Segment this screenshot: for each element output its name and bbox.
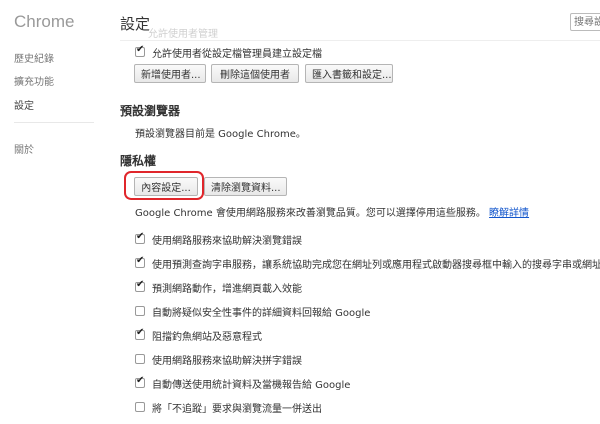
sidebar-item-about[interactable]: 關於 xyxy=(14,141,34,156)
sidebar: Chrome 歷史紀錄 擴充功能 設定 關於 xyxy=(0,0,110,424)
delete-user-button[interactable]: 刪除這個使用者 xyxy=(211,64,299,83)
header-divider xyxy=(120,40,600,41)
option-label-do-not-track: 將「不追蹤」要求與瀏覽流量一併送出 xyxy=(152,404,322,415)
option-label-security-report: 自動將疑似安全性事件的詳細資料回報給 Google xyxy=(152,308,371,319)
sidebar-divider xyxy=(14,122,94,123)
chrome-brand-title: Chrome xyxy=(14,12,75,31)
sidebar-item-settings[interactable]: 設定 xyxy=(14,97,34,112)
option-label-search-predict: 使用預測查詢字串服務，讓系統協助完成您在網址列或應用程式啟動器搜尋框中輸入的搜尋… xyxy=(152,260,600,271)
privacy-description-text: Google Chrome 會使用網路服務來改善瀏覽品質。您可以選擇停用這些服務… xyxy=(135,208,486,219)
option-label-network-predict: 預測網路動作，增進網頁載入效能 xyxy=(152,284,302,295)
faded-scrolled-text: 允許使用者管理 xyxy=(148,29,218,40)
sidebar-item-history[interactable]: 歷史紀錄 xyxy=(14,50,54,65)
option-label-nav-error: 使用網路服務來協助解決瀏覽錯誤 xyxy=(152,236,302,247)
sidebar-item-extensions[interactable]: 擴充功能 xyxy=(14,73,54,88)
option-label-usage-stats: 自動傳送使用統計資料及當機報告給 Google xyxy=(152,380,351,391)
allow-profile-creation-label: 允許使用者從設定檔管理員建立設定檔 xyxy=(152,49,322,60)
allow-profile-creation-checkbox[interactable] xyxy=(135,44,145,57)
option-checkbox-search-predict[interactable] xyxy=(135,255,145,268)
privacy-description: Google Chrome 會使用網路服務來改善瀏覽品質。您可以選擇停用這些服務… xyxy=(135,204,529,219)
option-checkbox-phishing[interactable] xyxy=(135,327,145,340)
option-checkbox-network-predict[interactable] xyxy=(135,279,145,292)
privacy-heading: 隱私權 xyxy=(120,154,157,168)
page-title: 設定 xyxy=(120,15,151,33)
default-browser-text: 預設瀏覽器目前是 Google Chrome。 xyxy=(135,129,306,140)
add-user-button[interactable]: 新增使用者... xyxy=(134,64,206,83)
option-checkbox-security-report[interactable] xyxy=(135,306,145,316)
learn-more-link[interactable]: 瞭解詳情 xyxy=(489,208,529,219)
import-bookmarks-button[interactable]: 匯入書籤和設定... xyxy=(305,64,393,83)
clear-browsing-data-button[interactable]: 清除瀏覽資料... xyxy=(204,177,287,196)
option-checkbox-do-not-track[interactable] xyxy=(135,402,145,412)
option-checkbox-spelling[interactable] xyxy=(135,354,145,364)
search-input[interactable] xyxy=(570,13,600,31)
option-label-spelling: 使用網路服務來協助解決拼字錯誤 xyxy=(152,356,302,367)
content-settings-button[interactable]: 內容設定... xyxy=(134,177,198,196)
option-label-phishing: 阻擋釣魚網站及惡意程式 xyxy=(152,332,262,343)
default-browser-heading: 預設瀏覽器 xyxy=(120,104,181,118)
option-checkbox-usage-stats[interactable] xyxy=(135,375,145,388)
option-checkbox-nav-error[interactable] xyxy=(135,231,145,244)
